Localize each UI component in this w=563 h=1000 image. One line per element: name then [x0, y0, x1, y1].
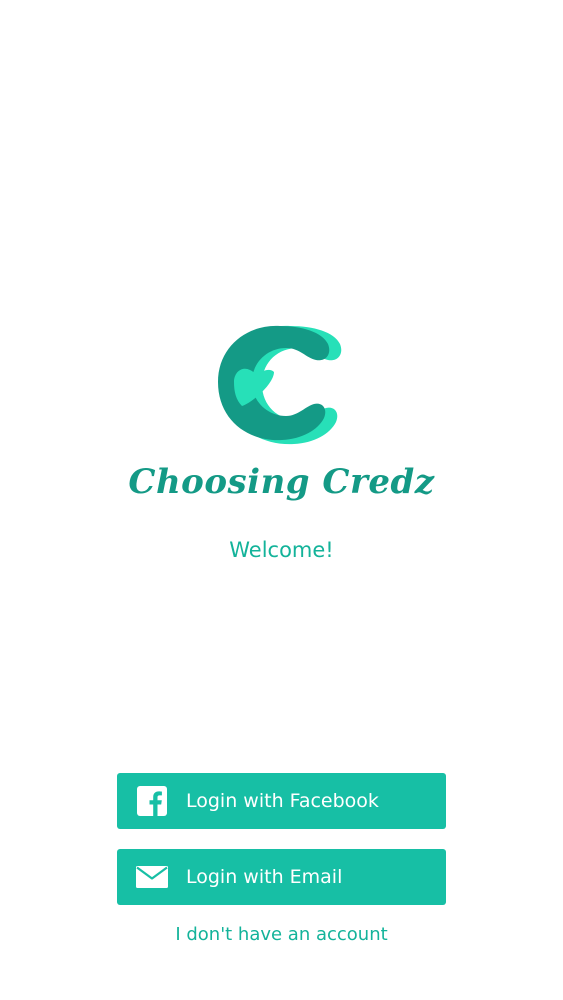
- login-facebook-label: Login with Facebook: [186, 790, 379, 812]
- app-logo: [212, 322, 342, 447]
- no-account-link[interactable]: I don't have an account: [0, 924, 563, 945]
- login-email-label: Login with Email: [186, 866, 343, 888]
- login-screen: Choosing Credz Welcome! Login with Faceb…: [0, 0, 563, 1000]
- welcome-text: Welcome!: [229, 538, 334, 562]
- brand-name: Choosing Credz: [128, 462, 435, 502]
- c-logo-icon: [218, 325, 342, 445]
- mail-icon: [136, 861, 168, 893]
- facebook-icon: [136, 785, 168, 817]
- login-facebook-button[interactable]: Login with Facebook: [117, 773, 446, 829]
- login-email-button[interactable]: Login with Email: [117, 849, 446, 905]
